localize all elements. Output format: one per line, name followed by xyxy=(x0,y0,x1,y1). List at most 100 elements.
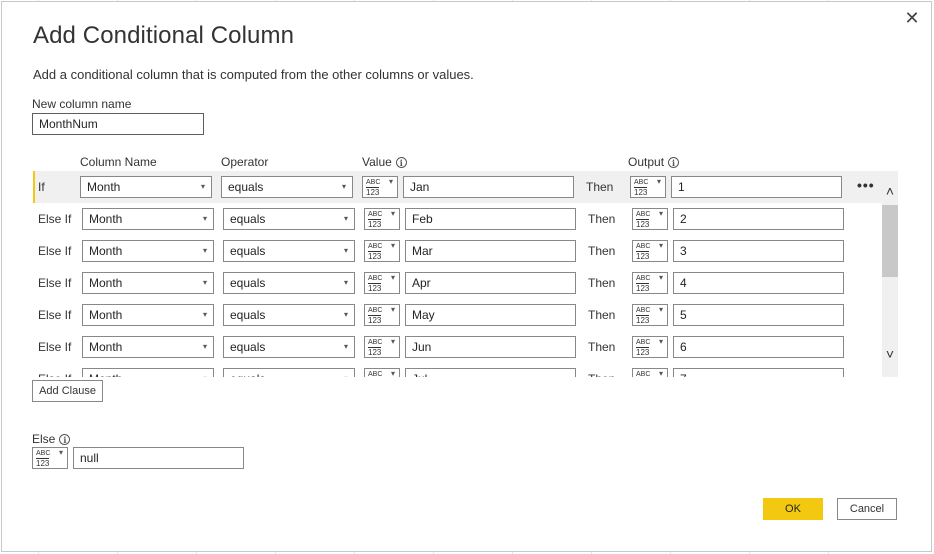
chevron-down-icon: ▾ xyxy=(202,310,207,319)
output-input[interactable]: 5 xyxy=(673,304,844,326)
output-header: Output i xyxy=(628,155,680,169)
column-name-dropdown[interactable]: Month ▾ xyxy=(82,272,214,294)
chevron-down-icon: ▾ xyxy=(202,342,207,351)
column-name-dropdown[interactable]: Month ▾ xyxy=(80,176,212,198)
num-label: 123 xyxy=(36,458,50,468)
else-type-selector[interactable]: ABC 123 ▾ xyxy=(32,447,68,469)
else-if-clause-row[interactable]: Else If Month ▾ equals ▾ ABC 123 ▾ Mar Then ABC 123… xyxy=(33,235,898,267)
value-input[interactable]: May xyxy=(405,304,576,326)
value-input[interactable]: Feb xyxy=(405,208,576,230)
value-type-selector[interactable]: ABC123▾ xyxy=(364,368,400,377)
output-type-selector[interactable]: ABC123▾ xyxy=(632,240,668,262)
chevron-down-icon: ▾ xyxy=(390,337,395,346)
add-conditional-column-dialog: ✕ Add Conditional Column Add a condition… xyxy=(1,1,932,552)
value-type-selector[interactable]: ABC123▾ xyxy=(364,336,400,358)
operator-dropdown[interactable]: equals ▾ xyxy=(223,336,355,358)
output-input[interactable]: 2 xyxy=(673,208,844,230)
output-type-selector[interactable]: ABC123▾ xyxy=(632,336,668,358)
dialog-subtitle: Add a conditional column that is compute… xyxy=(33,67,474,82)
chevron-down-icon: ▾ xyxy=(390,241,395,250)
more-options-icon[interactable]: ••• xyxy=(857,177,875,193)
if-clause-row[interactable]: If Month ▾ equals ▾ ABC 123 ▾ Jan Then ABC 123 ▾ 1 ••• xyxy=(33,171,898,203)
output-input[interactable]: 1 xyxy=(671,176,842,198)
column-name-dropdown[interactable]: Month ▾ xyxy=(82,336,214,358)
abc-label: ABC xyxy=(368,275,383,282)
operator-dropdown[interactable]: equals ▾ xyxy=(223,240,355,262)
num-label: 123 xyxy=(368,251,382,261)
new-column-name-label: New column name xyxy=(32,97,132,111)
output-header-label: Output xyxy=(628,155,665,169)
value-input[interactable]: Jan xyxy=(403,176,574,198)
chevron-down-icon: ▾ xyxy=(390,273,395,282)
value-header: Value i xyxy=(362,155,407,169)
value-input[interactable]: Jun xyxy=(405,336,576,358)
cancel-button[interactable]: Cancel xyxy=(837,498,897,520)
output-input[interactable]: 4 xyxy=(673,272,844,294)
operator-dropdown[interactable]: equals ▾ xyxy=(223,368,355,377)
abc-label: ABC xyxy=(636,339,651,346)
chevron-down-icon[interactable]: ˅ xyxy=(882,346,898,362)
add-clause-button[interactable]: Add Clause xyxy=(32,380,103,402)
scrollbar-thumb[interactable] xyxy=(882,205,898,277)
close-icon[interactable]: ✕ xyxy=(902,8,922,28)
abc-label: ABC xyxy=(368,307,383,314)
abc-label: ABC xyxy=(36,450,51,457)
else-if-clause-row[interactable]: Else If Month ▾ equals ▾ ABC 123 ▾ Jun Then ABC 123… xyxy=(33,331,898,363)
chevron-down-icon: ▾ xyxy=(658,369,663,377)
chevron-down-icon: ▾ xyxy=(656,177,661,186)
value-type-selector[interactable]: ABC123▾ xyxy=(364,304,400,326)
output-type-selector[interactable]: ABC123▾ xyxy=(630,176,666,198)
column-name-value: Month xyxy=(89,308,123,322)
column-name-dropdown[interactable]: Month ▾ xyxy=(82,368,214,377)
value-input[interactable]: Apr xyxy=(405,272,576,294)
else-if-clause-row[interactable]: Else If Month ▾ equals ▾ ABC 123 ▾ May Then ABC 123… xyxy=(33,299,898,331)
value-type-selector[interactable]: ABC123▾ xyxy=(362,176,398,198)
operator-dropdown[interactable]: equals ▾ xyxy=(221,176,353,198)
then-label: Then xyxy=(588,372,615,377)
abc-label: ABC xyxy=(368,243,383,250)
operator-dropdown[interactable]: equals ▾ xyxy=(223,304,355,326)
operator-dropdown[interactable]: equals ▾ xyxy=(223,272,355,294)
else-if-clause-row[interactable]: Else IfMonth▾equals▾ABC123▾JulThenABC123… xyxy=(33,363,898,377)
else-if-clause-row[interactable]: Else If Month ▾ equals ▾ ABC 123 ▾ Apr Then ABC 123… xyxy=(33,267,898,299)
new-column-name-input[interactable]: MonthNum xyxy=(32,113,204,135)
abc-label: ABC xyxy=(366,179,381,186)
value-type-selector[interactable]: ABC123▾ xyxy=(364,208,400,230)
info-icon[interactable]: i xyxy=(395,157,407,169)
operator-dropdown[interactable]: equals ▾ xyxy=(223,208,355,230)
value-type-selector[interactable]: ABC123 ▾ xyxy=(364,240,400,262)
column-name-dropdown[interactable]: Month ▾ xyxy=(82,208,214,230)
abc-label: ABC xyxy=(636,243,651,250)
chevron-down-icon: ▾ xyxy=(390,209,395,218)
chevron-down-icon: ▾ xyxy=(341,182,346,191)
output-type-selector[interactable]: ABC123▾ xyxy=(632,272,668,294)
info-icon[interactable]: i xyxy=(59,434,71,446)
ok-button[interactable]: OK xyxy=(763,498,823,520)
chevron-up-icon[interactable]: ˄ xyxy=(882,183,898,199)
else-if-clause-row[interactable]: Else If Month ▾ equals ▾ ABC 123 ▾ Feb Then ABC 123… xyxy=(33,203,898,235)
then-label: Then xyxy=(588,244,616,258)
operator-value: equals xyxy=(230,308,266,322)
column-name-dropdown[interactable]: Month ▾ xyxy=(82,240,214,262)
column-name-dropdown[interactable]: Month ▾ xyxy=(82,304,214,326)
abc-label: ABC xyxy=(636,211,651,218)
num-label: 123 xyxy=(634,187,648,197)
output-type-selector[interactable]: ABC123▾ xyxy=(632,368,668,377)
operator-value: equals xyxy=(230,372,265,377)
column-name-value: Month xyxy=(89,340,123,354)
value-input[interactable]: Jul xyxy=(405,368,576,377)
info-icon[interactable]: i xyxy=(668,157,680,169)
output-input[interactable]: 6 xyxy=(673,336,844,358)
num-label: 123 xyxy=(366,187,380,197)
output-type-selector[interactable]: ABC123▾ xyxy=(632,208,668,230)
then-label: Then xyxy=(588,276,616,290)
output-type-selector[interactable]: ABC123▾ xyxy=(632,304,668,326)
abc-label: ABC xyxy=(636,275,651,282)
value-input[interactable]: Mar xyxy=(405,240,576,262)
else-value-input[interactable]: null xyxy=(73,447,244,469)
output-input[interactable]: 7 xyxy=(673,368,844,377)
chevron-down-icon: ▾ xyxy=(58,448,63,457)
output-input[interactable]: 3 xyxy=(673,240,844,262)
num-label: 123 xyxy=(368,315,382,325)
value-type-selector[interactable]: ABC123▾ xyxy=(364,272,400,294)
